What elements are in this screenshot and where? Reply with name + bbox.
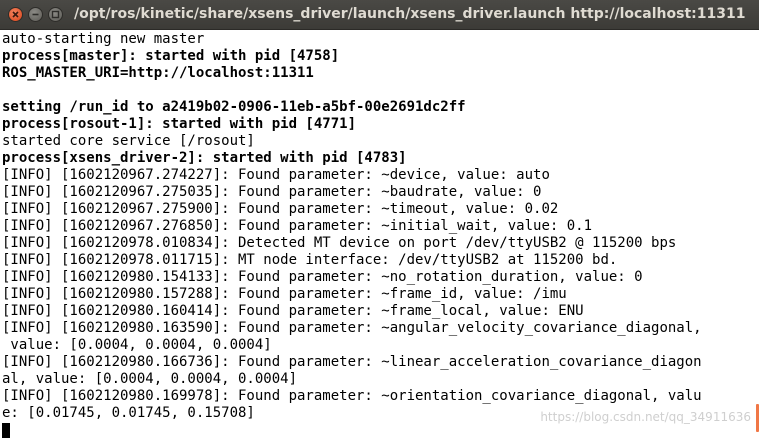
terminal-window: /opt/ros/kinetic/share/xsens_driver/laun… — [0, 0, 759, 438]
terminal-line: process[rosout-1]: started with pid [477… — [2, 116, 357, 132]
maximize-button[interactable] — [48, 7, 63, 22]
terminal-line: process[xsens_driver-2]: started with pi… — [2, 150, 407, 166]
terminal-line: value: [0.0004, 0.0004, 0.0004] — [2, 337, 272, 353]
terminal-line: auto-starting new master — [2, 31, 205, 47]
terminal-line: [INFO] [1602120967.276850]: Found parame… — [2, 218, 593, 234]
terminal-line: started core service [/rosout] — [2, 133, 255, 149]
terminal-line: [INFO] [1602120980.160414]: Found parame… — [2, 303, 584, 319]
window-title: /opt/ros/kinetic/share/xsens_driver/laun… — [74, 6, 746, 22]
maximize-icon — [51, 10, 60, 19]
terminal-line: [INFO] [1602120967.274227]: Found parame… — [2, 167, 550, 183]
terminal-line: [INFO] [1602120980.157288]: Found parame… — [2, 286, 567, 302]
title-bar[interactable]: /opt/ros/kinetic/share/xsens_driver/laun… — [0, 0, 759, 30]
terminal-output[interactable]: auto-starting new master process[master]:… — [0, 30, 745, 438]
close-button[interactable] — [8, 7, 23, 22]
terminal-line: al, value: [0.0004, 0.0004, 0.0004] — [2, 371, 298, 387]
terminal-line: setting /run_id to a2419b02-0906-11eb-a5… — [2, 99, 466, 115]
terminal-line: ROS_MASTER_URI=http://localhost:11311 — [2, 65, 314, 81]
terminal-line: [INFO] [1602120980.163590]: Found parame… — [2, 320, 702, 336]
terminal-line: process[master]: started with pid [4758] — [2, 48, 340, 64]
terminal-line: [INFO] [1602120967.275035]: Found parame… — [2, 184, 542, 200]
block-cursor — [2, 423, 10, 438]
minimize-button[interactable] — [28, 7, 43, 22]
terminal-line: [INFO] [1602120980.169978]: Found parame… — [2, 388, 702, 404]
minimize-icon — [32, 13, 39, 16]
terminal-lines: auto-starting new master process[master]:… — [2, 31, 702, 438]
terminal-line: [INFO] [1602120980.166736]: Found parame… — [2, 354, 702, 370]
close-icon — [12, 11, 19, 18]
terminal-line: [INFO] [1602120978.010834]: Detected MT … — [2, 235, 677, 251]
terminal-line: [INFO] [1602120978.011715]: MT node inte… — [2, 252, 618, 268]
terminal-line: [INFO] [1602120967.275900]: Found parame… — [2, 201, 559, 217]
watermark: https://blog.csdn.net/qq_34911636 — [540, 410, 751, 424]
terminal-line: [INFO] [1602120980.154133]: Found parame… — [2, 269, 643, 285]
scrollbar[interactable] — [745, 30, 759, 438]
